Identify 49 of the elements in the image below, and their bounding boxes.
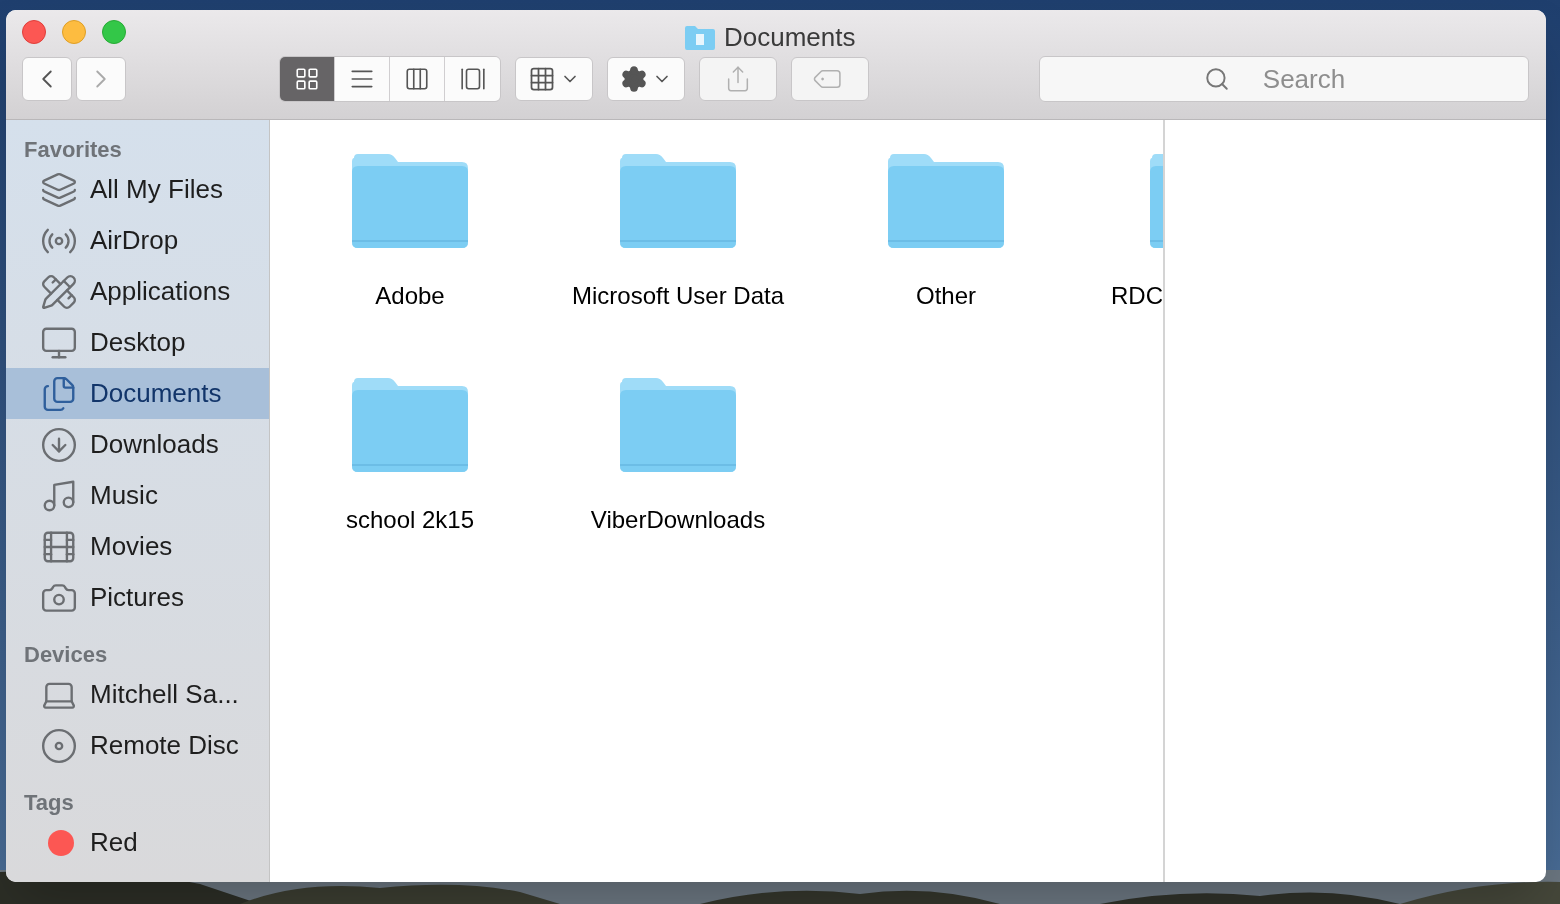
arrange-button[interactable]	[515, 57, 593, 101]
sidebar-item[interactable]: Downloads	[6, 419, 269, 470]
columns-view-icon	[404, 66, 430, 92]
search-icon	[1204, 66, 1230, 92]
pencil-ruler-icon	[40, 272, 78, 311]
search-field[interactable]: Search	[1039, 56, 1529, 102]
sidebar-item[interactable]: AirDrop	[6, 215, 269, 266]
sidebar-item[interactable]: Documents	[6, 368, 269, 419]
sidebar-item[interactable]: Mitchell Sa...	[6, 669, 269, 720]
folder-icon	[618, 152, 738, 250]
download-icon	[40, 425, 78, 464]
view-mode-button[interactable]	[335, 57, 390, 101]
back-button[interactable]	[22, 57, 72, 101]
sidebar-item[interactable]: All My Files	[6, 164, 269, 215]
folder-name[interactable]: Adobe	[375, 278, 445, 314]
minimize-button[interactable]	[62, 20, 86, 44]
sidebar-item[interactable]: Applications	[6, 266, 269, 317]
folder-name[interactable]: Microsoft User Data	[571, 278, 785, 314]
sidebar-item[interactable]: Desktop	[6, 317, 269, 368]
stacked-files-icon	[40, 170, 78, 209]
section-heading: Devices	[23, 641, 109, 669]
section-heading: Tags	[23, 789, 75, 817]
view-mode-button[interactable]	[280, 57, 335, 101]
sidebar-item[interactable]: Pictures	[6, 572, 269, 623]
folder-icon	[350, 376, 470, 474]
folder-name[interactable]: RDC	[1111, 278, 1163, 314]
sidebar-item[interactable]: Music	[6, 470, 269, 521]
folder-icon	[684, 24, 716, 51]
disc-icon	[40, 726, 78, 765]
grid-view-icon	[294, 66, 320, 92]
sidebar-item[interactable]: Red	[6, 817, 269, 868]
section-heading: Favorites	[23, 136, 123, 164]
folder-name[interactable]: ViberDownloads	[590, 502, 766, 538]
tag-button[interactable]	[791, 57, 869, 101]
sidebar-item[interactable]: Movies	[6, 521, 269, 572]
action-button[interactable]	[607, 57, 685, 101]
folder-icon	[886, 152, 1006, 250]
folder-icon	[350, 152, 470, 250]
folder-icon	[618, 376, 738, 474]
sidebar-item[interactable]: Remote Disc	[6, 720, 269, 771]
window-title: Documents	[724, 21, 856, 54]
arrange-grid-icon	[528, 65, 556, 93]
folder-name[interactable]: school 2k15	[345, 502, 475, 538]
view-mode-button[interactable]	[390, 57, 445, 101]
close-button[interactable]	[22, 20, 46, 44]
view-mode-button[interactable]	[445, 57, 500, 101]
gallery-view-icon	[459, 66, 486, 92]
folder-name[interactable]: Other	[916, 278, 976, 314]
zoom-button[interactable]	[102, 20, 126, 44]
